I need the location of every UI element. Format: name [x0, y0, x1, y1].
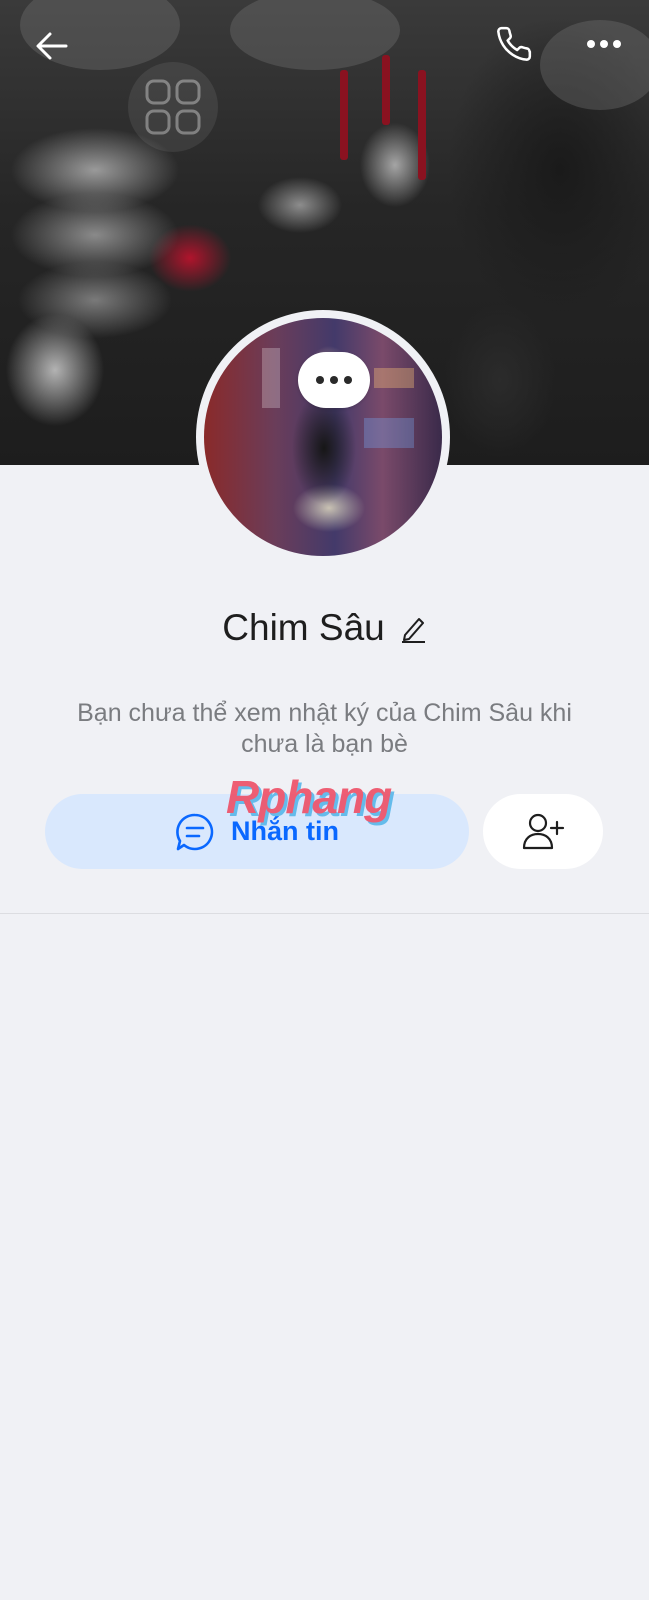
profile-name-row: Chim Sâu: [0, 600, 649, 656]
add-friend-button[interactable]: [483, 794, 603, 869]
edit-name-button[interactable]: [399, 613, 427, 643]
ellipsis-icon: [316, 376, 352, 384]
avatar-more-button[interactable]: [298, 352, 370, 408]
profile-name: Chim Sâu: [222, 607, 385, 648]
phone-icon: [497, 26, 532, 61]
call-button[interactable]: [490, 20, 538, 68]
grid-icon[interactable]: [128, 62, 218, 152]
chat-bubble-icon: [176, 813, 214, 850]
more-horizontal-icon: [587, 40, 621, 48]
pencil-icon: [401, 618, 425, 643]
more-options-button[interactable]: [580, 20, 628, 68]
back-button[interactable]: [28, 22, 76, 70]
avatar[interactable]: [196, 310, 450, 564]
user-plus-icon: [522, 813, 565, 849]
diary-privacy-notice: Bạn chưa thể xem nhật ký của Chim Sâu kh…: [77, 699, 572, 758]
arrow-left-icon: [36, 32, 68, 60]
watermark-logo: Rphang: [226, 771, 392, 823]
section-divider: [0, 913, 649, 914]
